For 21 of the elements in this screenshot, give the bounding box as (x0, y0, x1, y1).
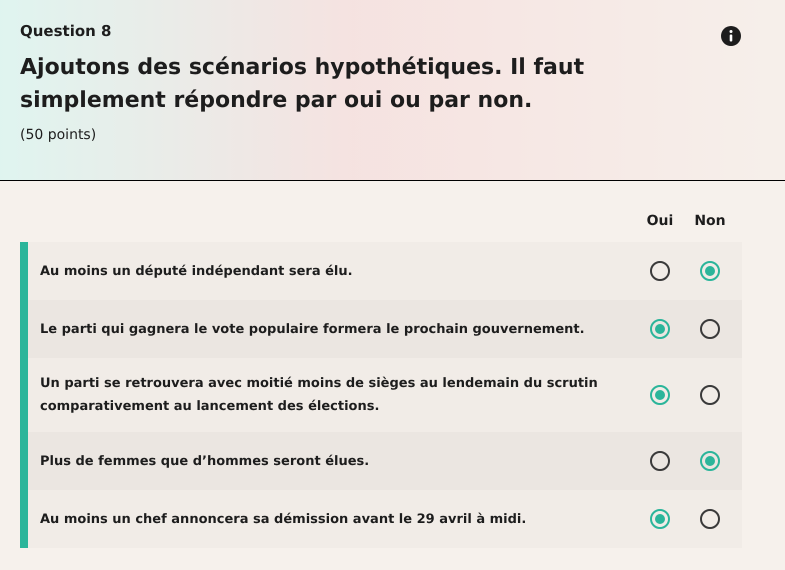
statement-text: Plus de femmes que d’hommes seront élues. (40, 452, 370, 470)
radio-button[interactable] (700, 509, 720, 529)
column-header: Oui (646, 212, 674, 231)
radio-button[interactable] (700, 261, 720, 281)
radio-button[interactable] (650, 261, 670, 281)
statement-text: Le parti qui gagnera le vote populaire formera le prochain gouvernement. (40, 320, 586, 338)
radio-button[interactable] (650, 451, 670, 471)
radio-button[interactable] (650, 319, 670, 339)
statement-text: Un parti se retrouvera avec moitié moins de sièges au lendemain du scrutin comparativement au lancement des élections. (40, 375, 599, 416)
radio-button[interactable] (700, 319, 720, 339)
radio-button[interactable] (700, 385, 720, 405)
statement-text: Au moins un député indépendant sera élu. (40, 262, 354, 280)
radio-button[interactable] (650, 509, 670, 529)
question-number: Question 8 (20, 21, 112, 42)
column-header: Non (693, 212, 727, 231)
points-label: (50 points) (20, 126, 96, 144)
statement-text: Au moins un chef annoncera sa démission avant le 29 avril à midi. (40, 510, 528, 528)
question-title: Ajoutons des scénarios hypothétiques. Il faut simplement répondre par oui ou par non. (20, 54, 586, 114)
radio-button[interactable] (650, 385, 670, 405)
info-icon[interactable] (721, 26, 741, 46)
radio-button[interactable] (700, 451, 720, 471)
